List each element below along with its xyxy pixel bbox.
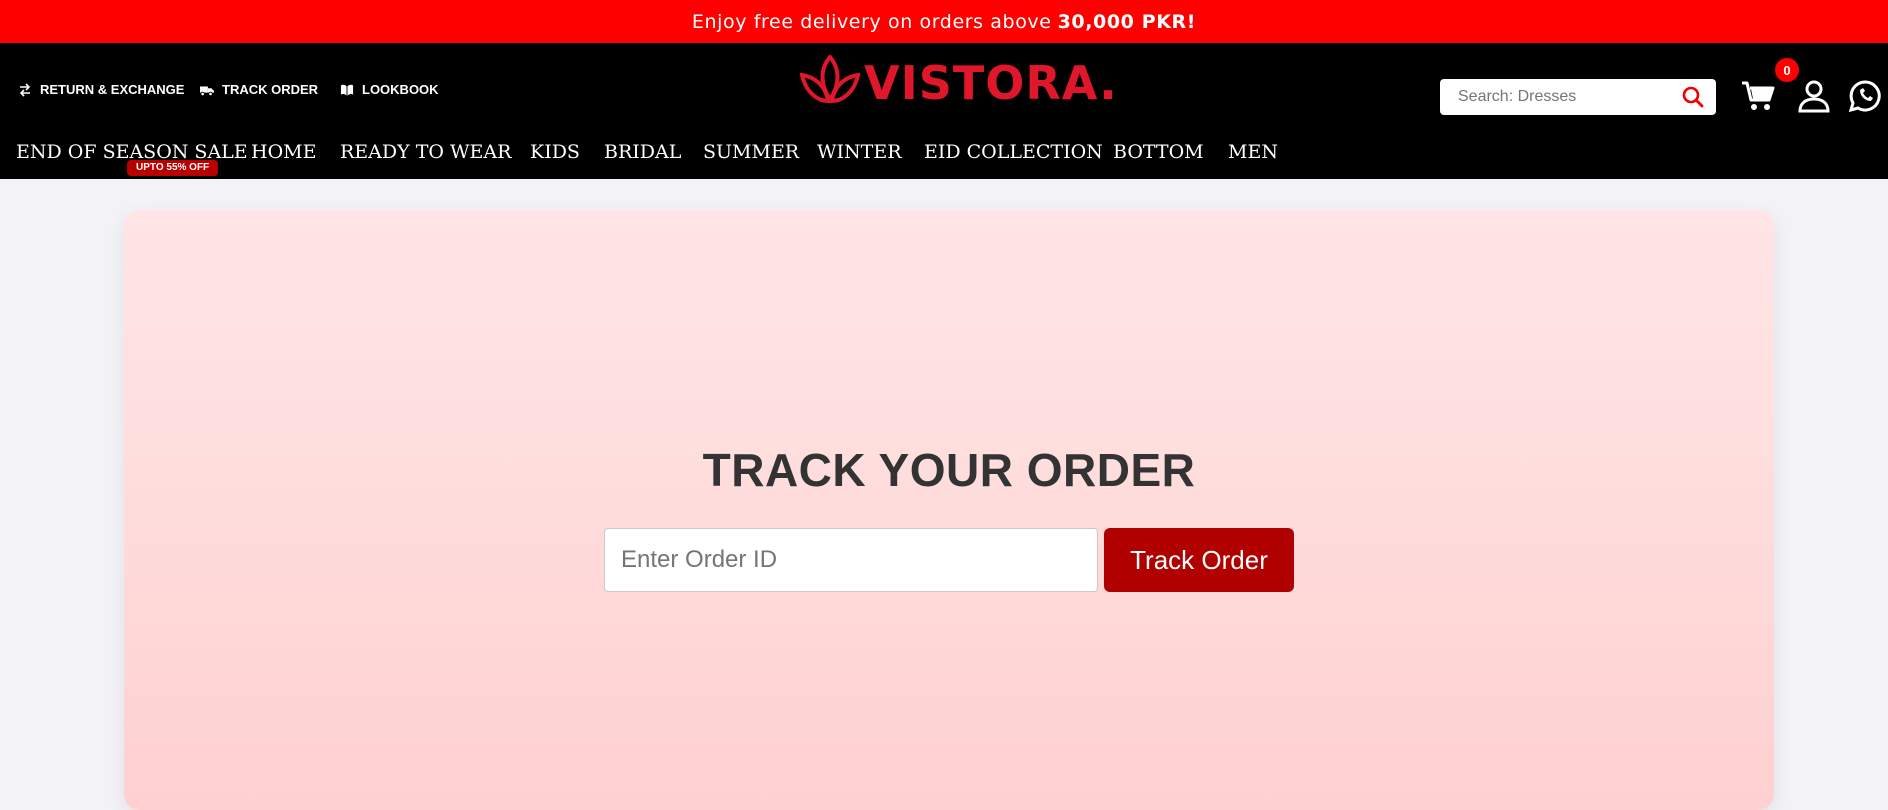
nav-item-summer[interactable]: SUMMER	[703, 137, 799, 167]
order-id-input[interactable]	[604, 528, 1098, 592]
lookbook-label: LOOKBOOK	[362, 82, 439, 97]
page-title: TRACK YOUR ORDER	[702, 444, 1196, 496]
book-icon	[340, 83, 354, 97]
track-order-button[interactable]: Track Order	[1104, 528, 1294, 592]
nav-item-eid-collection[interactable]: EID COLLECTION	[924, 137, 1103, 167]
track-order-card: TRACK YOUR ORDER Track Order	[124, 210, 1774, 810]
brand-logo[interactable]: VISTORA.	[799, 53, 1118, 113]
cart-icon[interactable]	[1741, 79, 1775, 113]
user-icon[interactable]	[1797, 79, 1831, 113]
nav-item-winter[interactable]: WINTER	[817, 137, 902, 167]
track-order-link[interactable]: TRACK ORDER	[200, 82, 318, 97]
lookbook-link[interactable]: LOOKBOOK	[340, 82, 439, 97]
return-exchange-label: RETURN & EXCHANGE	[40, 82, 185, 97]
promo-banner: Enjoy free delivery on orders above 30,0…	[0, 0, 1888, 43]
nav-item-end-of-season-sale[interactable]: END OF SEASON SALE	[16, 137, 248, 167]
nav-item-bottom[interactable]: BOTTOM	[1113, 137, 1204, 167]
brand-name: VISTORA.	[864, 56, 1118, 110]
promo-highlight: 30,000 PKR!	[1057, 10, 1197, 33]
truck-icon	[200, 83, 214, 97]
return-exchange-link[interactable]: RETURN & EXCHANGE	[18, 82, 184, 97]
search-icon[interactable]	[1682, 86, 1704, 108]
track-order-label: TRACK ORDER	[222, 82, 319, 97]
exchange-arrows-icon	[18, 82, 32, 97]
nav-item-kids[interactable]: KIDS	[530, 137, 580, 167]
whatsapp-icon[interactable]	[1848, 79, 1882, 113]
leaf-lotus-icon	[799, 53, 861, 112]
site-header: RETURN & EXCHANGE TRACK ORDER LOOKBOOK V…	[0, 43, 1888, 179]
search-input[interactable]	[1456, 87, 1680, 107]
search-box	[1440, 79, 1716, 115]
cart-count-badge: 0	[1775, 58, 1799, 82]
nav-item-bridal[interactable]: BRIDAL	[604, 137, 681, 167]
nav-item-home[interactable]: HOME	[251, 137, 316, 167]
nav-item-ready-to-wear[interactable]: READY TO WEAR	[340, 137, 511, 167]
promo-text: Enjoy free delivery on orders above	[691, 10, 1052, 33]
nav-item-men[interactable]: MEN	[1228, 137, 1278, 167]
